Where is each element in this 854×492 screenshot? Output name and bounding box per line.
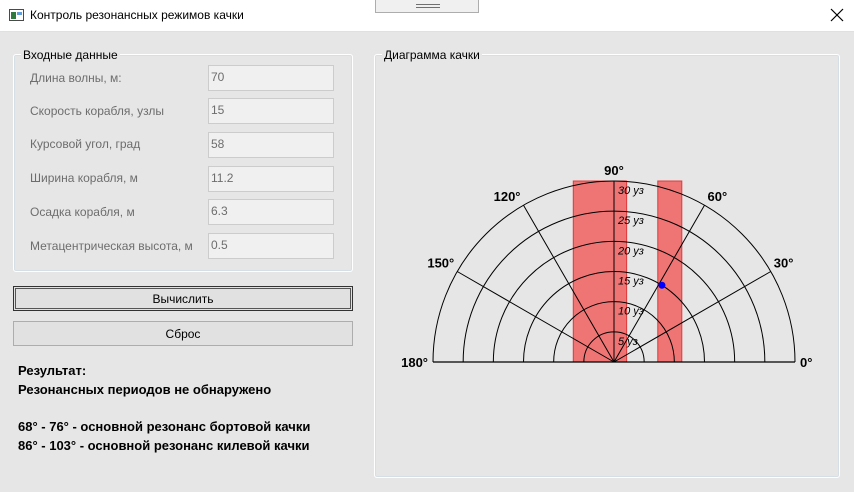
reset-button[interactable]: Сброс: [13, 321, 353, 346]
radial-label-20: 20 уз: [617, 245, 644, 257]
wave-length-field[interactable]: 70: [208, 65, 334, 91]
pitch-resonance-text: 86° - 103° - основной резонанс килевой к…: [18, 438, 310, 453]
radial-label-10: 10 уз: [618, 306, 644, 318]
radial-label-5: 5 уз: [618, 336, 638, 348]
ship-draft-field[interactable]: 6.3: [208, 199, 334, 225]
radial-label-25: 25 уз: [617, 215, 644, 227]
result-title: Результат:: [18, 363, 87, 378]
result-status: Резонансных периодов не обнаружено: [18, 382, 272, 397]
input-group-title: Входные данные: [21, 48, 120, 62]
title-bar: Контроль резонансных режимов качки: [0, 0, 854, 32]
app-window-icon: [9, 9, 24, 21]
ship-draft-label: Осадка корабля, м: [30, 205, 135, 219]
ship-speed-label: Скорость корабля, узлы: [30, 104, 165, 118]
heading-angle-label: Курсовой угол, град: [30, 137, 141, 151]
angle-label-120: 120°: [494, 189, 521, 204]
drag-handle[interactable]: [375, 0, 479, 13]
calculate-button[interactable]: Вычислить: [13, 286, 353, 311]
angle-label-60: 60°: [708, 189, 728, 204]
angle-label-30: 30°: [774, 256, 794, 271]
metacentric-height-label: Метацентрическая высота, м: [30, 239, 193, 253]
heading-angle-field[interactable]: 58: [208, 132, 334, 158]
ship-width-label: Ширина корабля, м: [30, 171, 138, 185]
chart-group-title: Диаграмма качки: [382, 48, 482, 62]
metacentric-height-field[interactable]: 0.5: [208, 233, 334, 259]
angle-label-180: 180°: [401, 355, 428, 370]
ship-width-field[interactable]: 11.2: [208, 166, 334, 192]
current-state-point: [658, 281, 666, 289]
radial-label-30: 30 уз: [618, 185, 644, 197]
angle-label-150: 150°: [427, 256, 454, 271]
window-client-area: Входные данные Длина волны, м: 70 Скорос…: [0, 33, 854, 492]
roll-resonance-text: 68° - 76° - основной резонанс бортовой к…: [18, 419, 311, 434]
close-button[interactable]: [820, 0, 854, 30]
angle-label-0: 0°: [800, 355, 812, 370]
angle-label-90: 90°: [604, 163, 624, 178]
polar-diagram: 0° 30° 60° 90° 120° 150° 180° 5 уз 10 уз 15 уз 20 …: [401, 163, 812, 370]
ship-speed-field[interactable]: 15: [208, 98, 334, 124]
radial-label-15: 15 уз: [618, 276, 644, 288]
window-title: Контроль резонансных режимов качки: [30, 8, 244, 22]
wave-length-label: Длина волны, м:: [30, 71, 122, 85]
close-icon: [830, 8, 844, 22]
